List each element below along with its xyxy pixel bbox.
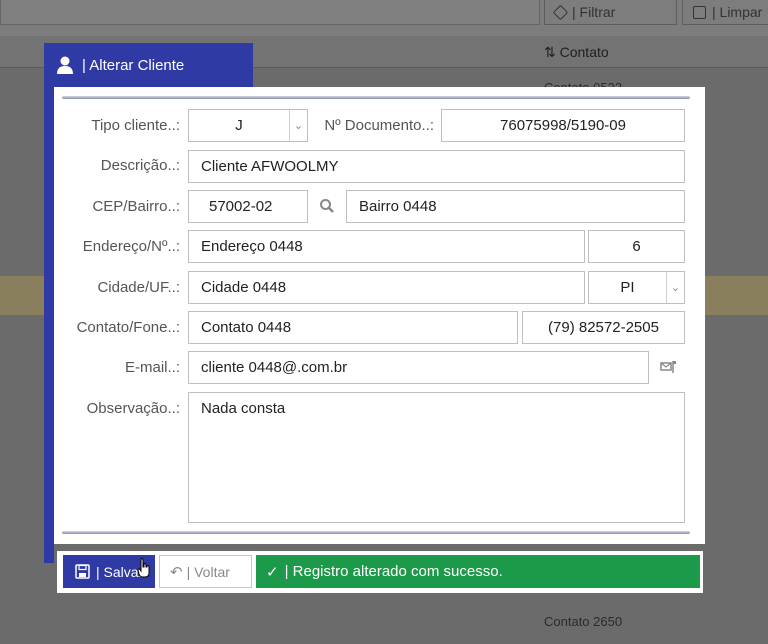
uf-value: PI	[620, 279, 635, 296]
endereco-input[interactable]: Endereço 0448	[188, 230, 585, 263]
email-input[interactable]: cliente 0448@.com.br	[188, 351, 649, 384]
documento-value: 76075998/5190-09	[500, 117, 626, 134]
tipo-cliente-select[interactable]: J ⌄	[188, 109, 308, 142]
cidade-value: Cidade 0448	[201, 279, 287, 296]
cep-value: 57002-02	[209, 198, 273, 215]
cep-bairro-label: CEP/Bairro..:	[92, 198, 180, 215]
observacao-value: Nada consta	[201, 400, 286, 417]
user-icon	[57, 56, 73, 74]
filter-button-label: | Filtrar	[572, 4, 616, 20]
descricao-input[interactable]: Cliente AFWOOLMY	[188, 150, 685, 183]
top-divider	[62, 96, 690, 99]
dialog-title-bar: | Alterar Cliente	[44, 43, 253, 87]
cidade-uf-label: Cidade/UF..:	[97, 279, 180, 296]
contato-input[interactable]: Contato 0448	[188, 311, 518, 344]
dialog-side-strip	[44, 87, 54, 563]
fone-input[interactable]: (79) 82572-2505	[522, 311, 685, 344]
filter-button[interactable]: | Filtrar	[544, 0, 677, 25]
uf-select[interactable]: PI ⌄	[588, 271, 685, 304]
status-message-text: | Registro alterado com sucesso.	[284, 563, 503, 580]
email-value: cliente 0448@.com.br	[201, 359, 348, 376]
clear-button[interactable]: | Limpar	[682, 0, 768, 25]
chevron-down-icon[interactable]: ⌄	[289, 110, 307, 141]
descricao-value: Cliente AFWOOLMY	[201, 158, 339, 175]
contact-cell: Contato 2650	[544, 614, 623, 629]
bottom-divider	[62, 531, 690, 534]
filter-icon	[552, 4, 569, 20]
numero-input[interactable]: 6	[588, 230, 685, 263]
fone-value: (79) 82572-2505	[548, 319, 659, 336]
observacao-textarea[interactable]: Nada consta	[188, 392, 685, 523]
hand-cursor-icon	[137, 558, 150, 578]
bairro-value: Bairro 0448	[359, 198, 437, 215]
chevron-down-icon[interactable]: ⌄	[666, 272, 684, 303]
tipo-cliente-label: Tipo cliente..:	[91, 117, 180, 134]
floppy-disk-icon	[75, 564, 90, 579]
background-search-input[interactable]	[0, 0, 540, 25]
contato-fone-label: Contato/Fone..:	[76, 319, 180, 336]
refresh-icon	[693, 5, 706, 19]
email-label: E-mail..:	[124, 359, 180, 376]
status-message: ✓ | Registro alterado com sucesso.	[256, 555, 700, 588]
descricao-label: Descrição..:	[100, 157, 180, 174]
endereco-label: Endereço/Nº..:	[82, 238, 180, 255]
back-button[interactable]: ↶ | Voltar	[159, 555, 252, 588]
contact-column-header[interactable]: ⇅ Contato	[544, 44, 609, 61]
check-icon: ✓	[266, 563, 279, 581]
observacao-label: Observação..:	[86, 400, 180, 417]
documento-label: Nº Documento..:	[324, 117, 434, 134]
back-button-label: | Voltar	[186, 563, 230, 580]
documento-input[interactable]: 76075998/5190-09	[441, 109, 685, 142]
endereco-value: Endereço 0448	[201, 238, 303, 255]
bairro-input[interactable]: Bairro 0448	[346, 190, 685, 223]
dialog-title: | Alterar Cliente	[82, 56, 185, 74]
numero-value: 6	[632, 238, 641, 255]
contato-value: Contato 0448	[201, 319, 292, 336]
table-row[interactable]: Contato 2650	[0, 600, 768, 640]
search-icon[interactable]	[316, 195, 338, 217]
clear-button-label: | Limpar	[712, 4, 763, 20]
tipo-cliente-value: J	[235, 117, 243, 134]
undo-icon: ↶	[170, 563, 183, 581]
cidade-input[interactable]: Cidade 0448	[188, 271, 585, 304]
mailbox-icon[interactable]	[657, 356, 679, 378]
cep-input[interactable]: 57002-02	[188, 190, 308, 223]
